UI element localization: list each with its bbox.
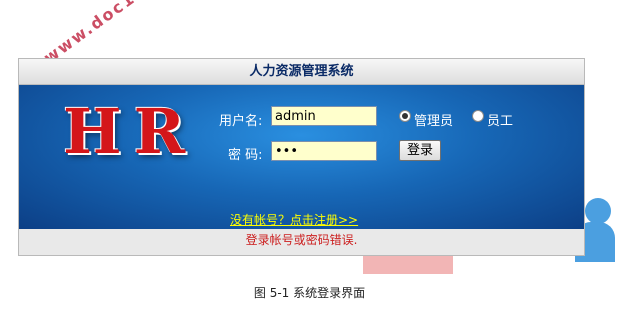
username-input[interactable] (271, 106, 377, 126)
person-figure-icon (585, 198, 611, 224)
role-admin-radio[interactable] (399, 110, 411, 122)
login-form-area: HR 用户名: 管理员 员工 密 码: 登录 没有帐号？点击注册>> (19, 85, 584, 229)
hr-logo: HR (63, 95, 198, 168)
error-message: 登录帐号或密码错误. (245, 233, 358, 247)
figure-caption: 图 5-1 系统登录界面 (253, 286, 366, 300)
background-decoration (363, 254, 453, 274)
role-employee-radio[interactable] (472, 110, 484, 122)
register-link[interactable]: 没有帐号？点击注册>> (230, 211, 358, 228)
password-input[interactable] (271, 141, 377, 161)
username-label: 用户名: (219, 114, 263, 129)
login-panel: 人力资源管理系统 HR 用户名: 管理员 员工 密 码: 登录 没有帐号？点击注… (18, 58, 585, 256)
password-label: 密 码: (228, 148, 263, 163)
role-admin-label: 管理员 (414, 114, 454, 129)
app-title: 人力资源管理系统 (19, 59, 584, 85)
login-button[interactable]: 登录 (399, 140, 441, 161)
role-employee-label: 员工 (487, 114, 514, 129)
